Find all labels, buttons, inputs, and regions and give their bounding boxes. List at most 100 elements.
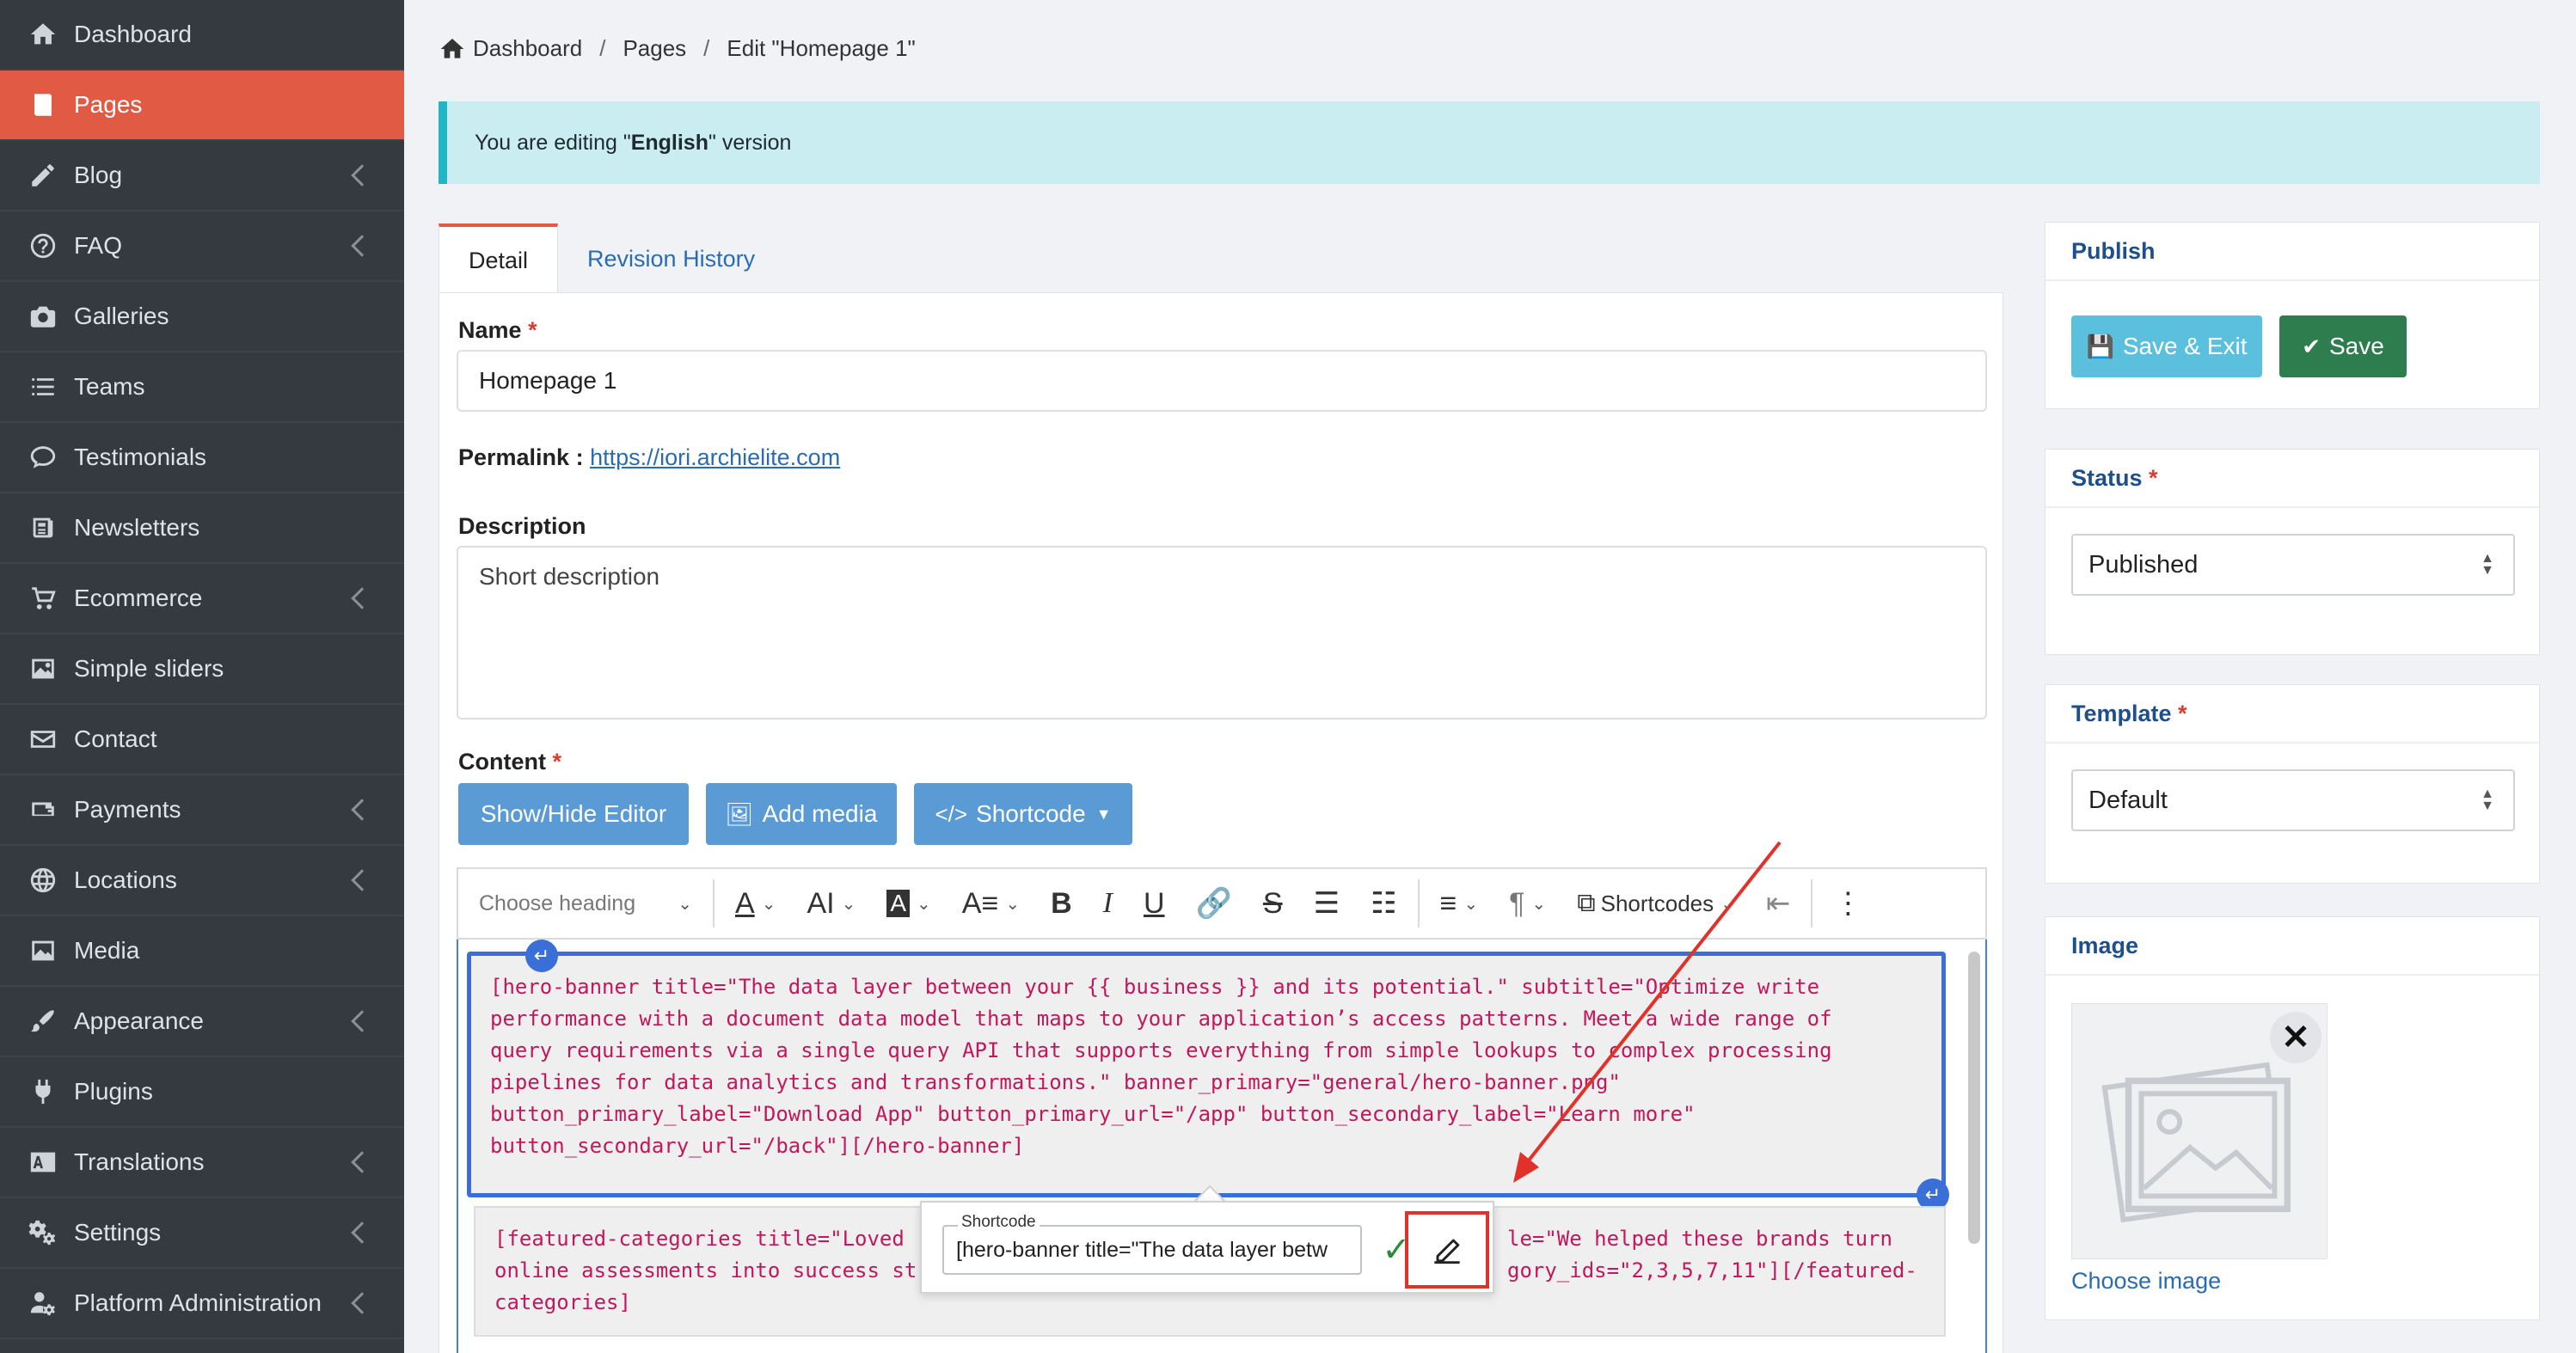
insert-before-handle-icon[interactable]: ↵ <box>525 940 558 972</box>
shortcode-popup-label: Shortcode <box>958 1213 1040 1232</box>
alert-language: English <box>630 130 708 155</box>
plug-icon <box>28 1076 58 1107</box>
font-size-button[interactable]: AI ⌄ <box>791 867 871 940</box>
sidebar-item-label: Locations <box>74 866 177 893</box>
permalink-link[interactable]: https://iori.archielite.com <box>590 444 840 470</box>
globe-icon <box>28 865 58 896</box>
paragraph-button[interactable]: ¶ ⌄ <box>1493 867 1561 940</box>
sidebar-item-galleries[interactable]: Galleries <box>0 282 404 352</box>
highlight-button[interactable]: A ⌄ <box>871 867 946 940</box>
block2-right-text: le="We helped these brands turn gory_ids… <box>1507 1227 1917 1283</box>
shortcodes-dropdown[interactable]: ⧉ Shortcodes ⌄ <box>1561 867 1751 940</box>
image-title: Image <box>2045 917 2539 976</box>
sidebar-item-platform-administration[interactable]: Platform Administration <box>0 1269 404 1339</box>
breadcrumb: Dashboard / Pages / Edit "Homepage 1" <box>439 34 916 63</box>
sidebar-item-label: Platform Administration <box>74 1289 322 1316</box>
sidebar-item-pages[interactable]: Pages <box>0 70 404 141</box>
underline-icon: U <box>1143 886 1165 920</box>
strikethrough-button[interactable]: S <box>1248 867 1298 940</box>
breadcrumb-separator: / <box>599 35 606 62</box>
status-select[interactable]: Published ▲ ▼ <box>2071 534 2515 596</box>
required-mark: * <box>552 749 562 774</box>
sidebar-item-settings[interactable]: Settings <box>0 1198 404 1269</box>
save-button[interactable]: ✔ Save <box>2279 315 2407 377</box>
font-family-button[interactable]: A≡ ⌄ <box>947 867 1035 940</box>
chevron-left-icon <box>351 1151 373 1173</box>
description-textarea[interactable]: Short description <box>457 546 1987 719</box>
heading-dropdown[interactable]: Choose heading ⌄ <box>458 867 708 940</box>
sidebar-item-simple-sliders[interactable]: Simple sliders <box>0 634 404 705</box>
link-button[interactable]: 🔗 <box>1181 867 1248 940</box>
sidebar-item-payments[interactable]: Payments <box>0 775 404 846</box>
strikethrough-icon: S <box>1262 886 1283 920</box>
breadcrumb-separator: / <box>703 35 710 62</box>
sidebar-item-testimonials[interactable]: Testimonials <box>0 423 404 493</box>
sidebar-item-label: Teams <box>74 373 145 400</box>
tab-detail[interactable]: Detail <box>439 223 559 294</box>
editor-scrollbar[interactable] <box>1968 952 1980 1244</box>
image-panel: Image Choose image <box>2045 916 2540 1320</box>
chevron-left-icon <box>351 1292 373 1314</box>
sidebar-item-newsletters[interactable]: Newsletters <box>0 493 404 564</box>
align-button[interactable]: ≡ ⌄ <box>1425 867 1494 940</box>
italic-button[interactable]: I <box>1088 867 1128 940</box>
sidebar-item-contact[interactable]: Contact <box>0 705 404 775</box>
bulleted-list-button[interactable]: ☰ <box>1298 867 1355 940</box>
add-media-button[interactable]: 🖼 Add media <box>706 783 897 845</box>
save-exit-button[interactable]: 💾 Save & Exit <box>2071 315 2262 377</box>
book-icon <box>28 89 58 120</box>
name-input[interactable]: Homepage 1 <box>457 350 1987 412</box>
sidebar-item-translations[interactable]: Translations <box>0 1128 404 1198</box>
sidebar-item-label: Blog <box>74 162 123 188</box>
shortcodes-icon: ⧉ <box>1577 889 1596 917</box>
sidebar-item-media[interactable]: Media <box>0 916 404 987</box>
shortcode-button[interactable]: </> Shortcode ▼ <box>914 783 1132 845</box>
chevron-down-icon: ⌄ <box>1720 894 1735 914</box>
choose-image-link[interactable]: Choose image <box>2071 1268 2221 1295</box>
required-mark: * <box>2178 700 2187 726</box>
bold-icon: B <box>1051 886 1072 920</box>
floppy-icon: 💾 <box>2086 333 2114 359</box>
user-gear-icon <box>28 1288 58 1319</box>
sidebar-item-label: FAQ <box>74 232 123 259</box>
sidebar-item-blog[interactable]: Blog <box>0 141 404 211</box>
more-options-button[interactable]: ⋮ <box>1818 867 1878 940</box>
hero-banner-shortcode-block[interactable]: [hero-banner title="The data layer betwe… <box>467 952 1946 1197</box>
sidebar-item-faq[interactable]: FAQ <box>0 211 404 282</box>
check-circle-icon: ✔ <box>2302 333 2321 359</box>
toolbar-separator <box>1811 879 1813 928</box>
numbered-list-button[interactable]: ☷ <box>1355 867 1412 940</box>
media-icon <box>28 935 58 966</box>
sidebar-item-locations[interactable]: Locations <box>0 846 404 916</box>
chevron-left-icon <box>351 869 373 891</box>
edit-shortcode-button[interactable] <box>1405 1211 1489 1289</box>
template-select[interactable]: Default ▲ ▼ <box>2071 769 2515 831</box>
shortcode-popup-input[interactable]: [hero-banner title="The data layer betw <box>942 1225 1362 1275</box>
status-panel: Status * Published ▲ ▼ <box>2045 449 2540 655</box>
font-color-button[interactable]: A ⌄ <box>720 867 791 940</box>
sidebar-item-appearance[interactable]: Appearance <box>0 987 404 1057</box>
breadcrumb-dashboard[interactable]: Dashboard <box>473 35 582 62</box>
sidebar-item-label: Simple sliders <box>74 655 224 682</box>
tabs: Detail Revision History <box>439 223 784 294</box>
sidebar-item-ecommerce[interactable]: Ecommerce <box>0 564 404 634</box>
show-hide-editor-button[interactable]: Show/Hide Editor <box>458 783 689 845</box>
sidebar-item-plugins[interactable]: Plugins <box>0 1057 404 1128</box>
sidebar-item-teams[interactable]: Teams <box>0 352 404 423</box>
breadcrumb-pages[interactable]: Pages <box>623 35 686 62</box>
home-icon[interactable] <box>439 34 473 63</box>
chevron-left-icon <box>351 235 373 257</box>
sidebar-item-dashboard[interactable]: Dashboard <box>0 0 404 70</box>
tab-revision-history[interactable]: Revision History <box>558 223 784 294</box>
language-icon <box>28 1147 58 1178</box>
paragraph-icon: ¶ <box>1509 886 1525 920</box>
description-label: Description <box>458 513 586 539</box>
chevron-down-icon: ⌄ <box>1463 894 1479 914</box>
show-hide-label: Show/Hide Editor <box>480 800 667 827</box>
bold-button[interactable]: B <box>1035 867 1088 940</box>
outdent-button[interactable]: ⇤ <box>1751 867 1806 940</box>
underline-button[interactable]: U <box>1128 867 1181 940</box>
close-icon[interactable]: ✕ <box>2270 1012 2321 1063</box>
name-label: Name * <box>458 317 537 344</box>
chevron-down-icon: ⌄ <box>1531 894 1547 914</box>
